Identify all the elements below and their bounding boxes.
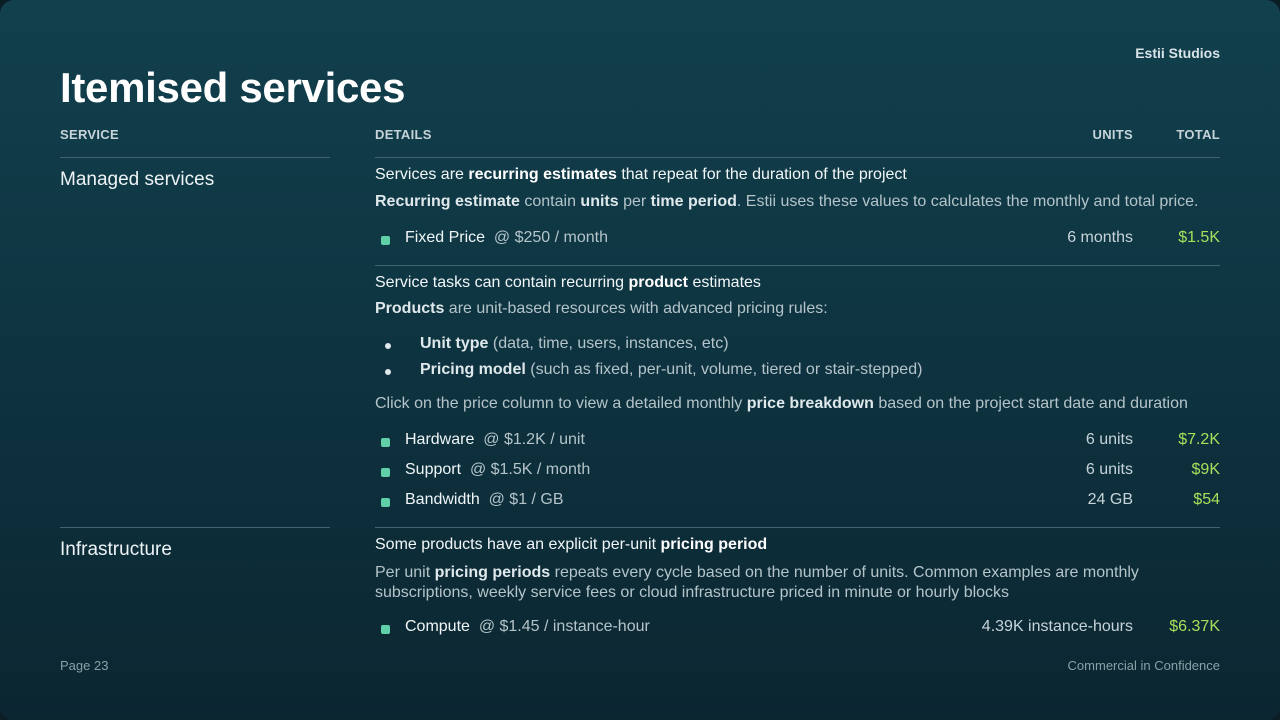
item-square-icon	[381, 438, 390, 447]
item-rate: @ $1.45 / instance-hour	[478, 618, 650, 635]
divider	[60, 527, 330, 528]
item-total[interactable]: $9K	[1192, 461, 1220, 479]
service-name-infrastructure: Infrastructure	[60, 539, 172, 560]
item-square-icon	[381, 498, 390, 507]
divider	[60, 157, 330, 158]
divider	[375, 157, 1220, 158]
item-rate: @ $250 / month	[493, 229, 609, 246]
item-name: Bandwidth	[405, 491, 480, 508]
confidentiality-note: Commercial in Confidence	[1067, 658, 1220, 673]
line-item-hardware[interactable]: Hardware @ $1.2K / unit 6 units $7.2K	[381, 431, 1220, 453]
item-square-icon	[381, 625, 390, 634]
line-item-bandwidth[interactable]: Bandwidth @ $1 / GB 24 GB $54	[381, 491, 1220, 513]
products-description: Products are unit-based resources with a…	[375, 300, 828, 317]
service-name-managed: Managed services	[60, 169, 215, 190]
header-total: TOTAL	[1176, 127, 1220, 142]
item-total[interactable]: $1.5K	[1178, 229, 1220, 247]
item-units: 4.39K instance-hours	[981, 618, 1133, 635]
item-name: Fixed Price	[405, 229, 486, 246]
item-units: 6 units	[1085, 431, 1133, 448]
brand-name: Estii Studios	[1135, 45, 1220, 61]
item-total[interactable]: $54	[1193, 491, 1220, 509]
item-rate: @ $1.2K / unit	[483, 431, 585, 448]
infra-intro: Some products have an explicit per-unit …	[375, 536, 768, 553]
page-number: Page 23	[60, 658, 109, 673]
managed-description: Recurring estimate contain units per tim…	[375, 193, 1199, 210]
infra-description: Per unit pricing periods repeats every c…	[375, 564, 1139, 601]
item-square-icon	[381, 236, 390, 245]
item-rate: @ $1 / GB	[488, 491, 564, 508]
line-item-compute[interactable]: Compute @ $1.45 / instance-hour 4.39K in…	[381, 618, 1220, 640]
managed-intro: Services are recurring estimates that re…	[375, 166, 907, 183]
header-service: SERVICE	[60, 127, 119, 142]
divider	[375, 265, 1220, 266]
item-name: Compute	[405, 618, 470, 635]
price-breakdown-hint: Click on the price column to view a deta…	[375, 395, 1188, 412]
item-total[interactable]: $6.37K	[1169, 618, 1220, 636]
item-total[interactable]: $7.2K	[1178, 431, 1220, 449]
page-title: Itemised services	[60, 64, 406, 111]
line-item-support[interactable]: Support @ $1.5K / month 6 units $9K	[381, 461, 1220, 483]
header-units: UNITS	[1092, 127, 1133, 142]
item-units: 6 months	[1067, 229, 1133, 246]
slide-page: Estii Studios Itemised services SERVICE …	[0, 0, 1280, 720]
divider	[375, 527, 1220, 528]
line-item-fixed-price[interactable]: Fixed Price @ $250 / month 6 months $1.5…	[381, 229, 1220, 251]
item-units: 6 units	[1085, 461, 1133, 478]
bullet-dot-icon	[385, 369, 391, 375]
item-square-icon	[381, 468, 390, 477]
bullet-dot-icon	[385, 343, 391, 349]
item-rate: @ $1.5K / month	[469, 461, 591, 478]
product-intro: Service tasks can contain recurring prod…	[375, 274, 761, 291]
item-units: 24 GB	[1087, 491, 1133, 508]
header-details: DETAILS	[375, 127, 432, 142]
item-name: Hardware	[405, 431, 475, 448]
item-name: Support	[405, 461, 462, 478]
